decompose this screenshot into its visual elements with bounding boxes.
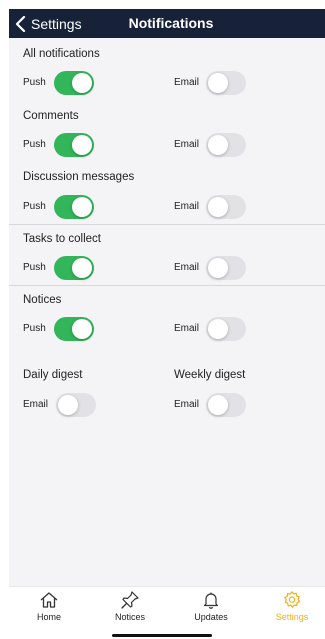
tab-label: Settings [275, 612, 309, 622]
tab-label: Updates [194, 612, 228, 622]
toggle-knob [208, 73, 228, 93]
email-toggle[interactable] [206, 195, 246, 219]
section-notices: Notices Push Email [9, 286, 325, 348]
push-toggle[interactable] [54, 71, 94, 95]
section-title: All notifications [23, 48, 100, 60]
bell-icon [203, 592, 219, 609]
email-label: Email [174, 139, 200, 150]
section-title: Discussion messages [23, 171, 135, 183]
toggle-knob [208, 258, 228, 278]
daily-email-toggle[interactable] [56, 393, 96, 417]
settings-content: All notifications Push Email Comments Pu… [9, 38, 325, 586]
gear-icon [284, 591, 301, 608]
push-toggle[interactable] [54, 195, 94, 219]
weekly-email-toggle[interactable] [206, 393, 246, 417]
section-all-notifications: All notifications Push Email [9, 38, 325, 100]
push-label: Push [23, 262, 46, 273]
daily-digest-title: Daily digest [23, 369, 83, 381]
tab-updates[interactable]: Updates [181, 590, 241, 622]
section-title: Tasks to collect [23, 233, 101, 245]
section-title: Comments [23, 110, 79, 122]
toggle-knob [72, 258, 92, 278]
email-toggle[interactable] [206, 256, 246, 280]
tab-notices[interactable]: Notices [100, 590, 160, 622]
email-toggle[interactable] [206, 71, 246, 95]
weekly-digest-title: Weekly digest [174, 369, 246, 381]
weekly-email-label: Email [174, 399, 200, 410]
toggle-knob [208, 319, 228, 339]
push-label: Push [23, 201, 46, 212]
email-label: Email [174, 323, 200, 334]
toggle-knob [58, 395, 78, 415]
push-toggle[interactable] [54, 317, 94, 341]
push-label: Push [23, 139, 46, 150]
toggle-knob [72, 319, 92, 339]
section-digest: Daily digest Weekly digest Email Email [9, 360, 325, 420]
email-toggle[interactable] [206, 133, 246, 157]
bottom-tab-bar: Home Notices Updates Settings [9, 586, 325, 626]
push-label: Push [23, 77, 46, 88]
toggle-knob [208, 197, 228, 217]
email-label: Email [174, 262, 200, 273]
toggle-knob [72, 197, 92, 217]
section-tasks-to-collect: Tasks to collect Push Email [9, 225, 325, 286]
home-icon [40, 592, 58, 608]
tab-label: Notices [114, 612, 145, 622]
toggle-knob [72, 135, 92, 155]
tab-label: Home [36, 612, 61, 622]
toggle-knob [208, 395, 228, 415]
section-comments: Comments Push Email [9, 100, 325, 162]
section-discussion-messages: Discussion messages Push Email [9, 162, 325, 224]
email-label: Email [174, 77, 200, 88]
tab-settings[interactable]: Settings [262, 590, 322, 622]
nav-header: Settings Notifications [9, 9, 325, 38]
email-toggle[interactable] [206, 317, 246, 341]
home-indicator[interactable] [112, 634, 212, 637]
push-label: Push [23, 323, 46, 334]
push-toggle[interactable] [54, 256, 94, 280]
email-label: Email [174, 201, 200, 212]
page-title: Notifications [128, 15, 214, 31]
pin-icon [121, 591, 139, 609]
section-title: Notices [23, 294, 62, 306]
toggle-knob [72, 73, 92, 93]
push-toggle[interactable] [54, 133, 94, 157]
toggle-knob [208, 135, 228, 155]
daily-email-label: Email [23, 399, 49, 410]
tab-home[interactable]: Home [19, 590, 79, 622]
